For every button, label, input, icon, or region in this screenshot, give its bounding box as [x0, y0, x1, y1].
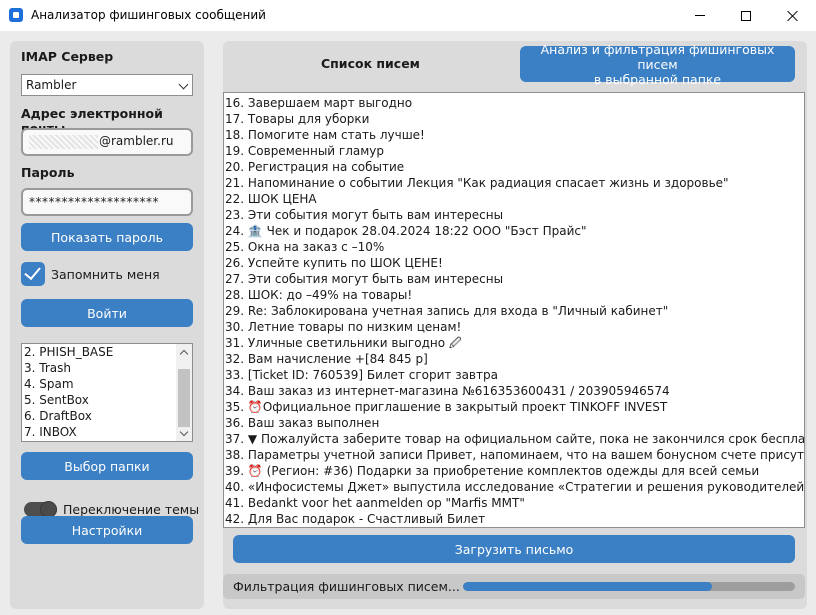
mail-item[interactable]: 33. [Ticket ID: 760539] Билет сгорит зав… — [224, 367, 804, 383]
password-label: Пароль — [21, 165, 75, 180]
mail-item[interactable]: 34. Ваш заказ из интернет-магазина №6163… — [224, 383, 804, 399]
folder-item[interactable]: 3. Trash — [22, 360, 192, 376]
mail-item[interactable]: 31. Уличные светильники выгодно 🖉 — [224, 335, 804, 351]
mail-item[interactable]: 28. ШОК: до –49% на товары! — [224, 287, 804, 303]
status-bar: Фильтрация фишинговых писем... — [223, 574, 805, 599]
close-icon — [787, 10, 799, 22]
mail-item[interactable]: 17. Товары для уборки — [224, 111, 804, 127]
close-button[interactable] — [770, 0, 816, 31]
mail-item[interactable]: 20. Регистрация на событие — [224, 159, 804, 175]
mail-item[interactable]: 26. Успейте купить по ШОК ЦЕНЕ! — [224, 255, 804, 271]
title-bar: Анализатор фишинговых сообщений — [0, 0, 816, 31]
mail-item[interactable]: 38. Параметры учетной записи Привет, нап… — [224, 447, 804, 463]
mail-item[interactable]: 18. Помогите нам стать лучше! — [224, 127, 804, 143]
mail-item[interactable]: 42. Для Вас подарок - Счастливый Билет — [224, 511, 804, 527]
mail-item[interactable]: 21. Напоминание о событии Лекция "Как ра… — [224, 175, 804, 191]
mail-item[interactable]: 16. Завершаем март выгодно — [224, 95, 804, 111]
remember-me-checkbox[interactable] — [21, 262, 45, 286]
client-area: IMAP Сервер Rambler Адрес электронной по… — [0, 31, 816, 615]
progress-bar — [463, 582, 795, 591]
settings-button[interactable]: Настройки — [21, 516, 193, 544]
folder-item[interactable]: 5. SentBox — [22, 392, 192, 408]
analyze-button[interactable]: Анализ и фильтрация фишинговых писем в вы… — [520, 42, 795, 87]
mail-item[interactable]: 19. Современный гламур — [224, 143, 804, 159]
minimize-button[interactable] — [677, 0, 723, 31]
folder-list[interactable]: 2. PHISH_BASE 3. Trash 4. Spam 5. SentBox 6.… — [21, 343, 193, 442]
folder-item[interactable]: 6. DraftBox — [22, 408, 192, 424]
main-panel: Список писем Анализ и фильтрация фишинго… — [223, 41, 807, 609]
status-text: Фильтрация фишинговых писем... — [233, 579, 460, 594]
mail-item[interactable]: 25. Окна на заказ с –10% — [224, 239, 804, 255]
remember-me-label: Запомнить меня — [51, 267, 160, 282]
mail-item[interactable]: 35. ⏰Официальное приглашение в закрытый … — [224, 399, 804, 415]
mail-item[interactable]: 41. Bedankt voor het aanmelden op "Marfi… — [224, 495, 804, 511]
login-button[interactable]: Войти — [21, 299, 193, 327]
maximize-icon — [741, 10, 751, 21]
imap-server-select[interactable]: Rambler — [21, 74, 193, 96]
analyze-button-label: Анализ и фильтрация фишинговых писем в вы… — [540, 41, 775, 87]
theme-toggle[interactable] — [24, 501, 57, 518]
load-mail-button[interactable]: Загрузить письмо — [233, 535, 795, 563]
mail-item[interactable]: 32. Вам начисление +[84 845 р] — [224, 351, 804, 367]
mail-item[interactable]: 22. ШОК ЦЕНА — [224, 191, 804, 207]
folder-item[interactable]: 7. INBOX — [22, 424, 192, 440]
email-field[interactable]: @rambler.ru — [21, 128, 193, 156]
mail-item[interactable]: 27. Эти события могут быть вам интересны — [224, 271, 804, 287]
mail-item[interactable]: 23. Эти события могут быть вам интересны — [224, 207, 804, 223]
imap-selected-value: Rambler — [26, 78, 77, 92]
theme-toggle-label: Переключение темы — [63, 502, 200, 517]
select-folder-button[interactable]: Выбор папки — [21, 452, 193, 480]
mail-item[interactable]: 29. Re: Заблокирована учетная запись для… — [224, 303, 804, 319]
maximize-button[interactable] — [723, 0, 769, 31]
chevron-down-icon — [178, 79, 189, 90]
folder-item[interactable]: 4. Spam — [22, 376, 192, 392]
minimize-icon — [695, 15, 705, 16]
password-value: ******************** — [29, 195, 159, 209]
chevron-up-icon — [179, 349, 189, 359]
mail-item[interactable]: 24. 🏦 Чек и подарок 28.04.2024 18:22 ООО… — [224, 223, 804, 239]
mail-list[interactable]: 16. Завершаем март выгодно 17. Товары для… — [223, 92, 805, 528]
imap-label: IMAP Сервер — [21, 49, 114, 64]
mail-item[interactable]: 36. Ваш заказ выполнен — [224, 415, 804, 431]
window-title: Анализатор фишинговых сообщений — [31, 8, 266, 22]
scroll-thumb[interactable] — [178, 369, 190, 427]
sidebar: IMAP Сервер Rambler Адрес электронной по… — [10, 41, 204, 609]
mail-item[interactable]: 37. ▼ Пожалуйста заберите товар на офици… — [224, 431, 804, 447]
folder-item[interactable]: 2. PHISH_BASE — [22, 344, 192, 360]
email-redacted-mask — [29, 135, 98, 149]
progress-fill — [463, 582, 712, 591]
email-suffix: @rambler.ru — [99, 134, 174, 148]
scroll-down-button[interactable] — [176, 425, 192, 441]
mail-item[interactable]: 40. «Инфосистемы Джет» выпустила исследо… — [224, 479, 804, 495]
mail-item[interactable]: 30. Летние товары по низким ценам! — [224, 319, 804, 335]
show-password-button[interactable]: Показать пароль — [21, 223, 193, 251]
password-field[interactable]: ******************** — [21, 188, 193, 216]
mail-item[interactable]: 39. ⏰ (Регион: #36) Подарки за приобрете… — [224, 463, 804, 479]
scroll-up-button[interactable] — [176, 344, 192, 360]
mail-list-title: Список писем — [321, 56, 420, 71]
folder-scrollbar[interactable] — [176, 344, 192, 441]
chevron-down-icon — [179, 427, 189, 436]
app-icon — [9, 8, 23, 22]
